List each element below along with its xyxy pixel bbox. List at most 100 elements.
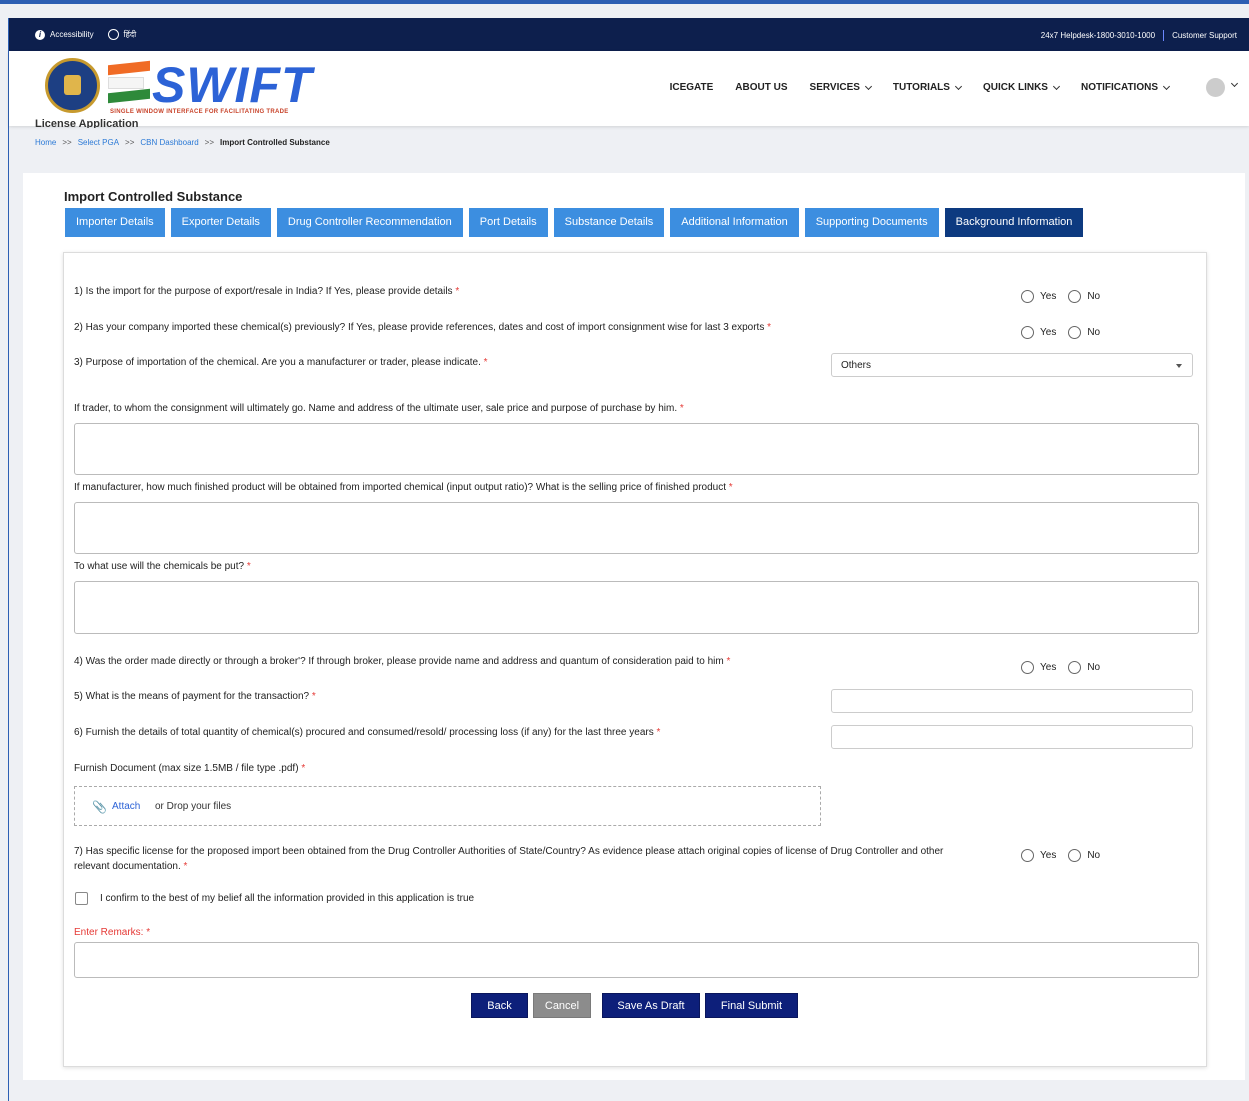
payment-means-input[interactable] xyxy=(831,689,1193,713)
required-marker: * xyxy=(183,861,188,872)
save-as-draft-button[interactable]: Save As Draft xyxy=(602,993,700,1018)
nav-services[interactable]: SERVICES xyxy=(809,82,872,93)
q7-no-radio[interactable] xyxy=(1068,849,1082,862)
attach-link[interactable]: Attach xyxy=(112,801,140,812)
nav-quick-links-label: QUICK LINKS xyxy=(982,82,1048,93)
left-border-line xyxy=(8,18,9,1101)
use-textarea[interactable] xyxy=(74,581,1199,634)
yes-label: Yes xyxy=(1040,291,1057,302)
cancel-button[interactable]: Cancel xyxy=(533,993,591,1018)
q2-no-radio[interactable] xyxy=(1068,326,1082,339)
customer-support-link[interactable]: Customer Support xyxy=(1172,31,1237,40)
tab-substance-details[interactable]: Substance Details xyxy=(553,208,665,237)
question-6: 6) Furnish the details of total quantity… xyxy=(74,727,660,738)
chevron-down-icon[interactable] xyxy=(1230,79,1239,88)
breadcrumb-home[interactable]: Home xyxy=(35,138,56,147)
language-label: हिंदी xyxy=(123,30,137,39)
purpose-select[interactable]: Others xyxy=(831,353,1193,377)
nav-about-us[interactable]: ABOUT US xyxy=(735,82,787,93)
paperclip-icon: 📎 xyxy=(92,800,107,814)
question-4-text: 4) Was the order made directly or throug… xyxy=(74,656,724,667)
user-avatar-icon[interactable] xyxy=(1206,78,1225,97)
swift-logo-text[interactable]: SWIFT xyxy=(152,59,313,111)
question-2: 2) Has your company imported these chemi… xyxy=(74,322,771,333)
question-5: 5) What is the means of payment for the … xyxy=(74,691,316,702)
question-7-radio-group: Yes No xyxy=(1021,849,1106,862)
nav-tutorials[interactable]: TUTORIALS xyxy=(892,82,963,93)
nav-icegate-label: ICEGATE xyxy=(669,82,714,93)
question-6-text: 6) Furnish the details of total quantity… xyxy=(74,727,654,738)
nav-notifications[interactable]: NOTIFICATIONS xyxy=(1080,82,1171,93)
trader-question-text: If trader, to whom the consignment will … xyxy=(74,403,678,414)
tab-supporting-documents[interactable]: Supporting Documents xyxy=(804,208,939,237)
trader-textarea[interactable] xyxy=(74,423,1199,475)
no-label: No xyxy=(1087,850,1101,861)
breadcrumb-current: Import Controlled Substance xyxy=(219,138,330,147)
question-2-text: 2) Has your company imported these chemi… xyxy=(74,322,765,333)
page-subheading: License Application xyxy=(35,118,139,128)
q2-yes-radio[interactable] xyxy=(1021,326,1034,339)
tab-background-information[interactable]: Background Information xyxy=(944,208,1084,237)
tab-additional-information[interactable]: Additional Information xyxy=(670,208,799,237)
final-submit-button[interactable]: Final Submit xyxy=(705,993,798,1018)
nav-services-label: SERVICES xyxy=(809,82,860,93)
trader-question: If trader, to whom the consignment will … xyxy=(74,403,684,414)
question-7-text-line1: 7) Has specific license for the proposed… xyxy=(74,846,944,857)
tab-port-details[interactable]: Port Details xyxy=(468,208,548,237)
no-label: No xyxy=(1087,662,1101,673)
flag-saffron-band xyxy=(108,60,150,76)
helpdesk-text: 24x7 Helpdesk-1800-3010-1000 xyxy=(1040,31,1156,40)
flag-white-band xyxy=(108,77,144,89)
yes-label: Yes xyxy=(1040,662,1057,673)
required-marker: * xyxy=(301,763,306,774)
required-marker: * xyxy=(483,357,488,368)
q7-yes-radio[interactable] xyxy=(1021,849,1034,862)
manufacturer-question-text: If manufacturer, how much finished produ… xyxy=(74,482,726,493)
question-4: 4) Was the order made directly or throug… xyxy=(74,656,730,667)
language-link[interactable]: हिंदी xyxy=(107,29,137,40)
q1-yes-radio[interactable] xyxy=(1021,290,1034,303)
breadcrumb-select-pga[interactable]: Select PGA xyxy=(78,138,119,147)
tab-importer-details[interactable]: Importer Details xyxy=(65,208,165,237)
nav-icegate[interactable]: ICEGATE xyxy=(670,82,714,93)
top-bar: i Accessibility हिंदी 24x7 Helpdesk-1800… xyxy=(9,18,1249,51)
manufacturer-question: If manufacturer, how much finished produ… xyxy=(74,482,733,493)
quantity-details-input[interactable] xyxy=(831,725,1193,749)
tab-exporter-details[interactable]: Exporter Details xyxy=(170,208,271,237)
remarks-input[interactable] xyxy=(74,942,1199,978)
site-header: SWIFT SINGLE WINDOW INTERFACE FOR FACILI… xyxy=(9,51,1249,126)
nav-quick-links[interactable]: QUICK LINKS xyxy=(982,82,1061,93)
tab-drug-controller-recommendation[interactable]: Drug Controller Recommendation xyxy=(276,208,463,237)
q4-no-radio[interactable] xyxy=(1068,661,1082,674)
nav-notifications-label: NOTIFICATIONS xyxy=(1080,82,1158,93)
breadcrumb-separator: >> xyxy=(62,138,72,147)
chevron-down-icon xyxy=(954,82,963,90)
remarks-label-text: Enter Remarks: xyxy=(74,927,144,938)
confirm-checkbox[interactable] xyxy=(75,892,88,905)
top-bar-divider xyxy=(1163,30,1165,41)
document-label: Furnish Document (max size 1.5MB / file … xyxy=(74,763,305,774)
q1-no-radio[interactable] xyxy=(1068,290,1082,303)
q4-yes-radio[interactable] xyxy=(1021,661,1034,674)
required-marker: * xyxy=(311,691,316,702)
accessibility-link[interactable]: i Accessibility xyxy=(35,29,94,40)
required-marker: * xyxy=(728,482,733,493)
nav-tutorials-label: TUTORIALS xyxy=(892,82,950,93)
breadcrumb-cbn-dashboard[interactable]: CBN Dashboard xyxy=(140,138,198,147)
no-label: No xyxy=(1087,291,1101,302)
nav-about-us-label: ABOUT US xyxy=(735,82,788,93)
required-marker: * xyxy=(455,286,460,297)
yes-label: Yes xyxy=(1040,850,1057,861)
form-tabs: Importer Details Exporter Details Drug C… xyxy=(65,208,1084,237)
file-dropzone[interactable]: 📎 Attach or Drop your files xyxy=(74,786,821,826)
required-marker: * xyxy=(246,561,251,572)
breadcrumb-separator: >> xyxy=(125,138,135,147)
page-frame: i Accessibility हिंदी 24x7 Helpdesk-1800… xyxy=(0,0,1249,1101)
yes-label: Yes xyxy=(1040,327,1057,338)
question-5-text: 5) What is the means of payment for the … xyxy=(74,691,310,702)
manufacturer-textarea[interactable] xyxy=(74,502,1199,554)
question-7: 7) Has specific license for the proposed… xyxy=(74,844,1009,874)
back-button[interactable]: Back xyxy=(471,993,528,1018)
use-question-text: To what use will the chemicals be put? xyxy=(74,561,245,572)
required-marker: * xyxy=(726,656,731,667)
